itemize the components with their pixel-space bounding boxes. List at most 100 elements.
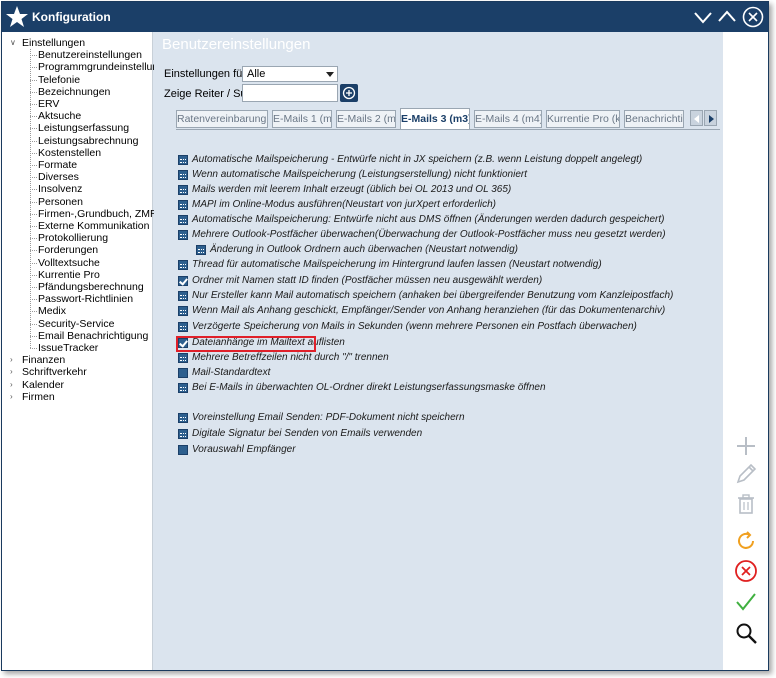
checkbox[interactable]: [178, 185, 188, 195]
tree-child-item[interactable]: Medix: [2, 305, 66, 317]
option-label: Mail-Standardtext: [192, 367, 271, 378]
checkbox[interactable]: [178, 383, 188, 393]
option-label: Mehrere Betreffzeilen nicht durch "/" tr…: [192, 352, 389, 363]
tree-child-item[interactable]: Pfändungsberechnung: [2, 281, 144, 293]
tab-3[interactable]: E-Mails 2 (m2): [336, 110, 396, 128]
refresh-button[interactable]: [734, 529, 758, 553]
tree-child-item[interactable]: Security-Service: [2, 318, 114, 330]
tree-child-item[interactable]: Kostenstellen: [2, 147, 101, 159]
tab-4[interactable]: E-Mails 3 (m3): [400, 108, 470, 130]
option-label: Ordner mit Namen statt ID finden (Postfä…: [192, 275, 543, 286]
tab-scroll-left-button[interactable]: [690, 110, 703, 126]
checkbox[interactable]: [196, 245, 206, 255]
checkbox[interactable]: [178, 215, 188, 225]
tree-root-item[interactable]: ∨ Einstellungen: [2, 37, 85, 49]
window-title: Konfiguration: [32, 10, 111, 24]
tree-item-label: Finanzen: [22, 354, 66, 367]
tree-root-item[interactable]: › Schriftverkehr: [2, 366, 87, 378]
option-label: Änderung in Outlook Ordnern auch überwac…: [210, 244, 518, 255]
chevron-right-icon[interactable]: ›: [10, 391, 13, 403]
checkbox[interactable]: [178, 291, 188, 301]
tree-child-item[interactable]: Protokollierung: [2, 232, 108, 244]
tree-root-item[interactable]: › Kalender: [2, 379, 64, 391]
tree-child-item[interactable]: Aktsuche: [2, 110, 81, 122]
tree-child-item[interactable]: ERV: [2, 98, 59, 110]
close-icon[interactable]: [742, 6, 764, 28]
option-label: Wenn automatische Mailspeicherung (Leist…: [192, 169, 527, 180]
settings-for-label: Einstellungen für: [164, 68, 246, 80]
checkbox[interactable]: [178, 322, 188, 332]
tree-item-label: Benutzereinstellungen: [38, 49, 142, 62]
tab-6[interactable]: Kurrentie Pro (kp): [546, 110, 620, 128]
tree-child-item[interactable]: Bezeichnungen: [2, 86, 110, 98]
tree-root-item[interactable]: › Finanzen: [2, 354, 65, 366]
checkbox[interactable]: [178, 200, 188, 210]
tree-child-item[interactable]: Diverses: [2, 171, 79, 183]
chevron-down-icon[interactable]: [692, 6, 714, 28]
checkbox[interactable]: [178, 155, 188, 165]
add-button[interactable]: [734, 434, 758, 458]
tree-child-item[interactable]: Formate: [2, 159, 77, 171]
search-button[interactable]: [340, 84, 358, 102]
chevron-up-icon[interactable]: [716, 6, 738, 28]
config-window: Konfiguration ∨ Einstellungen Benutzereins…: [1, 1, 769, 671]
chevron-right-icon[interactable]: ›: [10, 366, 13, 378]
checkbox[interactable]: [178, 368, 188, 378]
tree-child-item[interactable]: IssueTracker: [2, 342, 98, 354]
tree-item-label: Telefonie: [38, 73, 81, 86]
confirm-button[interactable]: [734, 590, 758, 614]
action-toolbar: [723, 32, 768, 670]
checkbox[interactable]: [178, 445, 188, 455]
page-title: Benutzereinstellungen: [162, 36, 311, 53]
checkbox[interactable]: [178, 429, 188, 439]
tree-child-item[interactable]: Forderungen: [2, 244, 98, 256]
option-label: Mehrere Outlook-Postfächer überwachen(Üb…: [192, 229, 666, 240]
chevron-right-icon[interactable]: ›: [10, 354, 13, 366]
tree-child-item[interactable]: Volltextsuche: [2, 257, 100, 269]
option-label: Voreinstellung Email Senden: PDF-Dokumen…: [192, 412, 465, 423]
tree-child-item[interactable]: Email Benachrichtigung: [2, 330, 148, 342]
delete-button[interactable]: [734, 492, 758, 516]
checkbox[interactable]: [178, 413, 188, 423]
option-label: Thread für automatische Mailspeicherung …: [192, 259, 602, 270]
tree-item-label: Passwort-Richtlinien: [38, 293, 134, 306]
chevron-down-icon[interactable]: ∨: [10, 37, 16, 49]
tree-item-label: Kostenstellen: [38, 146, 102, 159]
tab-2[interactable]: E-Mails 1 (m1): [272, 110, 332, 128]
option-label: Nur Ersteller kann Mail automatisch spei…: [192, 290, 674, 301]
tree-child-item[interactable]: Passwort-Richtlinien: [2, 293, 133, 305]
cancel-button[interactable]: [734, 559, 758, 583]
tree-child-item[interactable]: Leistungserfassung: [2, 122, 129, 134]
checkbox[interactable]: [178, 170, 188, 180]
checkbox[interactable]: [178, 306, 188, 316]
tree-child-item[interactable]: Benutzereinstellungen: [2, 49, 142, 61]
chevron-right-icon: [709, 115, 714, 123]
settings-for-select[interactable]: Alle: [242, 66, 338, 82]
checkbox[interactable]: [178, 230, 188, 240]
tree-child-item[interactable]: Personen: [2, 196, 83, 208]
tree-item-label: Bezeichnungen: [38, 85, 111, 98]
add-icon: [737, 437, 755, 455]
tree-child-item[interactable]: Leistungsabrechnung: [2, 135, 138, 147]
checkbox[interactable]: [178, 260, 188, 270]
tree-item-label: ERV: [38, 98, 60, 110]
checkbox-checked[interactable]: [178, 276, 188, 286]
tree-child-item[interactable]: Kurrentie Pro: [2, 269, 100, 281]
tree-root-item[interactable]: › Firmen: [2, 391, 55, 403]
tab-1[interactable]: Ratenvereinbarung (rv): [176, 110, 268, 128]
search-input[interactable]: [242, 84, 338, 102]
tree-child-item[interactable]: Externe Kommunikation: [2, 220, 149, 232]
edit-button[interactable]: [734, 462, 758, 486]
tab-5[interactable]: E-Mails 4 (m4): [474, 110, 542, 128]
tab-scroll-right-button[interactable]: [704, 110, 717, 126]
tree-child-item[interactable]: Insolvenz: [2, 183, 82, 195]
search-button[interactable]: [734, 621, 758, 645]
checkbox[interactable]: [178, 353, 188, 363]
tree-child-item[interactable]: Programmgrundeinstellungen: [2, 61, 176, 73]
delete-icon: [738, 494, 754, 514]
tab-7[interactable]: Benachrichtig: [624, 110, 684, 128]
tree-child-item[interactable]: Telefonie: [2, 74, 80, 86]
chevron-right-icon[interactable]: ›: [10, 379, 13, 391]
tree-child-item[interactable]: Firmen-,Grundbuch, ZMR: [2, 208, 158, 220]
tree-item-label: Protokollierung: [38, 232, 109, 245]
